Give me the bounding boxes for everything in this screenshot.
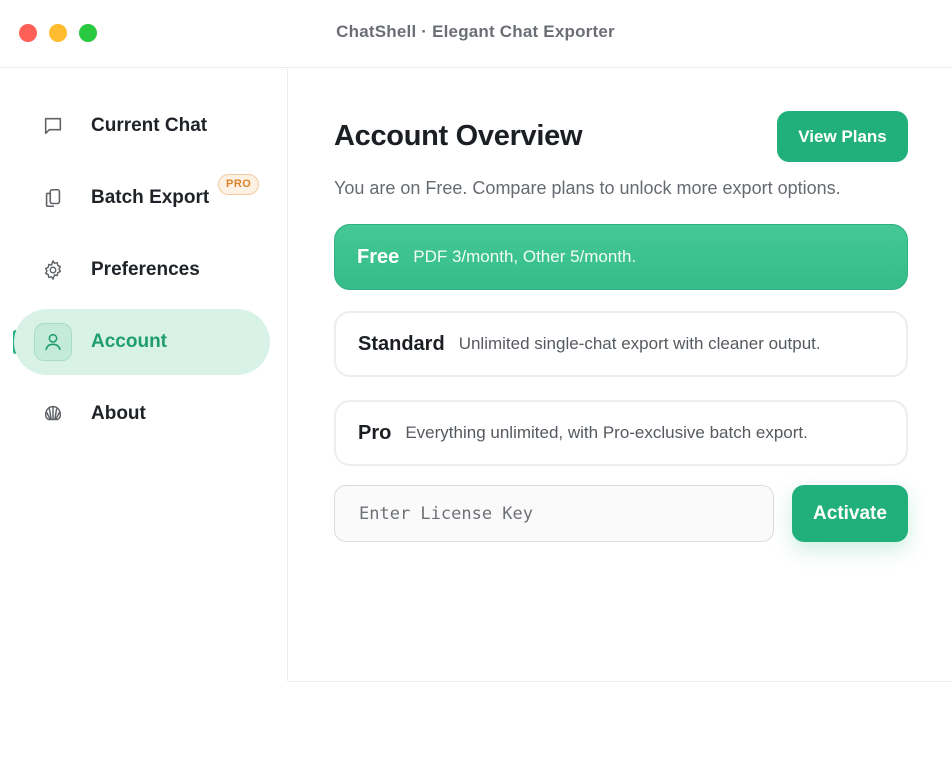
- page-title: Account Overview: [334, 120, 583, 152]
- plan-name: Pro: [358, 421, 392, 444]
- sidebar-item-about[interactable]: About: [14, 381, 270, 447]
- pro-badge: PRO: [218, 174, 260, 195]
- sidebar-item-label: Batch Export: [91, 187, 210, 208]
- sidebar-item-label: Preferences: [91, 259, 200, 280]
- plan-card-pro[interactable]: Pro Everything unlimited, with Pro-exclu…: [334, 400, 908, 466]
- sidebar-item-label: Account: [91, 331, 167, 352]
- shell-icon: [34, 395, 72, 433]
- plan-card-standard[interactable]: Standard Unlimited single-chat export wi…: [334, 311, 908, 377]
- view-plans-button[interactable]: View Plans: [777, 111, 908, 162]
- chat-bubble-icon: [34, 107, 72, 145]
- plan-description: Unlimited single-chat export with cleane…: [458, 334, 821, 353]
- content-divider: [288, 681, 951, 682]
- sidebar: Current Chat Batch Export PRO Preference…: [0, 69, 288, 681]
- plan-card-free[interactable]: Free PDF 3/month, Other 5/month.: [334, 224, 908, 290]
- sidebar-item-label: About: [91, 403, 146, 424]
- plan-description: Everything unlimited, with Pro-exclusive…: [405, 423, 808, 442]
- copy-icon: [34, 179, 72, 217]
- sidebar-item-current-chat[interactable]: Current Chat: [14, 93, 270, 159]
- plan-name: Free: [357, 245, 400, 268]
- title-bar: ChatShell · Elegant Chat Exporter: [0, 0, 951, 68]
- license-key-input[interactable]: [334, 485, 774, 542]
- gear-icon: [34, 251, 72, 289]
- activate-button[interactable]: Activate: [792, 485, 908, 542]
- sidebar-item-account[interactable]: Account: [14, 309, 270, 375]
- sidebar-item-preferences[interactable]: Preferences: [14, 237, 270, 303]
- account-subtitle: You are on Free. Compare plans to unlock…: [334, 178, 841, 198]
- plan-name: Standard: [358, 332, 445, 355]
- window-title: ChatShell · Elegant Chat Exporter: [336, 22, 615, 41]
- user-icon: [34, 323, 72, 361]
- sidebar-item-label: Current Chat: [91, 115, 208, 136]
- plan-description: PDF 3/month, Other 5/month.: [413, 247, 637, 266]
